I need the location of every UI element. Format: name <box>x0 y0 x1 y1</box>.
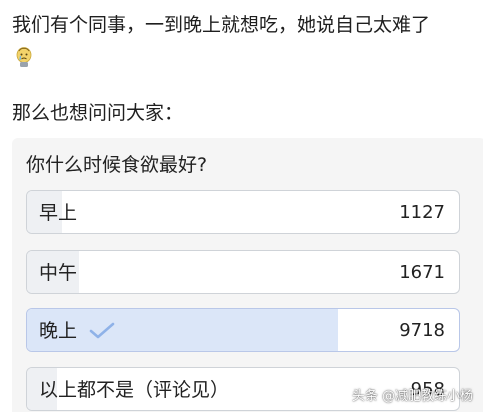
poll-card: 你什么时候食欲最好? 早上 1127 中午 1671 晚上 9718 以上都不是… <box>12 138 483 412</box>
watermark: 头条 @减肥教练小杨 <box>351 389 473 404</box>
post-screenshot: 我们有个同事，一到晚上就想吃，她说自己太难了 那么也想问问大家： 你什么时候食欲… <box>0 0 483 412</box>
poll-option-evening[interactable]: 晚上 9718 <box>26 308 460 352</box>
poll-title: 你什么时候食欲最好? <box>26 154 208 176</box>
poll-option-count: 1127 <box>399 202 445 223</box>
poll-option-morning[interactable]: 早上 1127 <box>26 190 460 234</box>
checkmark-icon <box>89 322 115 339</box>
question-intro-text: 那么也想问问大家： <box>12 102 184 124</box>
crying-face-icon <box>16 47 32 67</box>
poll-option-label: 晚上 <box>39 320 78 342</box>
poll-option-count: 1671 <box>399 262 445 283</box>
poll-option-label: 中午 <box>39 262 78 284</box>
poll-option-label: 以上都不是（评论见） <box>39 379 230 401</box>
post-intro-text: 我们有个同事，一到晚上就想吃，她说自己太难了 <box>12 14 431 36</box>
poll-option-label: 早上 <box>39 202 78 224</box>
poll-option-count: 9718 <box>399 320 445 341</box>
poll-option-noon[interactable]: 中午 1671 <box>26 250 460 294</box>
